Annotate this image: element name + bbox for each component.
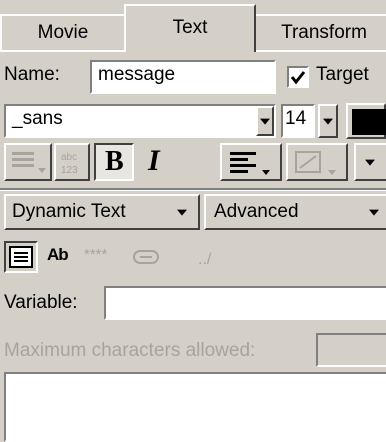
italic-button[interactable]: I	[138, 143, 176, 181]
font-size-value: 14	[285, 108, 307, 129]
name-input[interactable]: message	[90, 60, 276, 94]
abc-123-icon: abc 123	[61, 152, 78, 176]
format-options-button[interactable]	[286, 143, 348, 181]
bold-label: B	[105, 146, 124, 177]
toolbar-separator	[0, 188, 386, 191]
target-checkbox[interactable]	[287, 66, 309, 88]
font-family-value: _sans	[12, 108, 63, 129]
html-icon-graphic	[133, 250, 159, 264]
chevron-down-icon	[323, 118, 333, 125]
tab-movie[interactable]: Movie	[0, 14, 126, 50]
font-size-dropdown-button[interactable]	[318, 104, 338, 138]
chevron-down-icon	[365, 159, 375, 166]
tab-text[interactable]: Text	[124, 4, 256, 52]
checkmark-icon	[290, 71, 306, 85]
svg-text:abc: abc	[61, 152, 77, 163]
italic-label: I	[148, 144, 160, 177]
tab-transform-label: Transform	[281, 22, 367, 43]
format-options-icon	[295, 151, 336, 175]
text-type-select[interactable]: Dynamic Text	[4, 194, 200, 230]
text-direction-icon	[12, 152, 46, 173]
character-options-box[interactable]	[4, 372, 386, 442]
name-input-value: message	[98, 64, 176, 85]
advanced-label: Advanced	[214, 201, 299, 222]
password-icon[interactable]: ****	[84, 246, 107, 263]
font-family-select[interactable]: _sans	[4, 104, 276, 138]
variable-input[interactable]	[104, 286, 386, 320]
tab-text-label: Text	[172, 17, 208, 38]
tab-movie-label: Movie	[37, 22, 89, 43]
text-cursor-block	[60, 246, 73, 266]
max-chars-input[interactable]	[316, 333, 386, 367]
text-type-value: Dynamic Text	[12, 201, 126, 222]
align-button[interactable]	[220, 143, 282, 181]
selectable-text-button[interactable]: Ab	[46, 244, 78, 270]
html-icon[interactable]	[132, 247, 162, 267]
text-color-swatch[interactable]	[346, 103, 386, 139]
color-swatch-fill	[352, 109, 386, 135]
text-direction-button[interactable]	[4, 143, 52, 181]
font-size-input[interactable]: 14	[281, 104, 315, 138]
border-icon[interactable]: ../	[196, 246, 226, 268]
multiline-icon	[9, 246, 33, 268]
svg-text:123: 123	[61, 165, 78, 176]
chevron-down-icon	[369, 209, 379, 216]
target-label: Target	[316, 64, 369, 85]
border-icon-graphic: ../	[198, 251, 212, 268]
bold-button[interactable]: B	[94, 143, 134, 181]
max-chars-label: Maximum characters allowed:	[4, 340, 256, 361]
chevron-down-icon[interactable]	[256, 106, 274, 136]
toolbar-overflow-button[interactable]	[354, 143, 386, 181]
chevron-down-icon	[177, 209, 187, 216]
multiline-button[interactable]	[4, 241, 38, 273]
tab-transform[interactable]: Transform	[254, 14, 386, 50]
name-label: Name:	[4, 64, 60, 85]
kerning-button[interactable]: abc 123	[54, 143, 90, 181]
advanced-select[interactable]: Advanced	[204, 194, 386, 230]
svg-text:../: ../	[198, 251, 212, 268]
align-left-icon	[230, 152, 270, 175]
variable-label: Variable:	[4, 292, 78, 313]
